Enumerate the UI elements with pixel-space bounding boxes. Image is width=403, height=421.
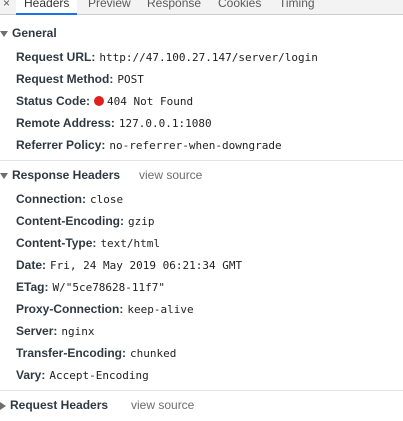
header-name: Referrer Policy: bbox=[16, 138, 106, 152]
collapse-triangle-icon[interactable] bbox=[0, 401, 6, 410]
header-value: keep-alive bbox=[127, 303, 194, 316]
header-name: Date: bbox=[16, 258, 47, 272]
header-value: gzip bbox=[127, 215, 155, 228]
general-row-request-url: Request URL: http://47.100.27.147/server/… bbox=[16, 49, 318, 65]
response-row-proxy-connection: Proxy-Connection: keep-alive bbox=[16, 301, 194, 317]
header-name: Transfer-Encoding: bbox=[16, 346, 127, 360]
header-name: Content-Type: bbox=[16, 236, 97, 250]
general-row-referrer-policy: Referrer Policy: no-referrer-when-downgra… bbox=[16, 137, 282, 153]
header-name: Remote Address: bbox=[16, 116, 115, 130]
header-value: http://47.100.27.147/server/login bbox=[99, 51, 318, 64]
response-row-vary: Vary: Accept-Encoding bbox=[16, 367, 149, 383]
section-divider bbox=[0, 160, 403, 161]
header-value: W/"5ce78628-11f7" bbox=[52, 281, 166, 294]
header-name: Proxy-Connection: bbox=[16, 302, 124, 316]
tab-bar: × Headers Preview Response Cookies Timin… bbox=[0, 0, 403, 15]
header-value: POST bbox=[117, 73, 144, 86]
response-row-content-encoding: Content-Encoding: gzip bbox=[16, 213, 154, 229]
tab-response[interactable]: Response bbox=[147, 0, 201, 10]
section-title: Request Headers bbox=[10, 398, 109, 412]
tab-timing[interactable]: Timing bbox=[279, 0, 315, 10]
header-name: Status Code: bbox=[16, 94, 91, 108]
header-name: Connection: bbox=[16, 192, 86, 206]
view-source-link[interactable]: view source bbox=[139, 168, 202, 182]
tab-preview[interactable]: Preview bbox=[88, 0, 131, 10]
header-value: no-referrer-when-downgrade bbox=[109, 139, 282, 152]
section-title: Response Headers bbox=[12, 168, 121, 182]
section-general-header[interactable]: General bbox=[0, 26, 57, 40]
response-row-transfer-encoding: Transfer-Encoding: chunked bbox=[16, 345, 176, 361]
tab-cookies[interactable]: Cookies bbox=[218, 0, 261, 10]
header-value: chunked bbox=[130, 347, 177, 360]
header-name: Vary: bbox=[16, 368, 46, 382]
devtools-headers-panel: × Headers Preview Response Cookies Timin… bbox=[0, 0, 403, 421]
response-row-date: Date: Fri, 24 May 2019 06:21:34 GMT bbox=[16, 257, 242, 273]
header-value: 127.0.0.1:1080 bbox=[118, 117, 212, 130]
general-row-status-code: Status Code: 404 Not Found bbox=[16, 93, 193, 109]
response-row-etag: ETag: W/"5ce78628-11f7" bbox=[16, 279, 165, 295]
general-row-remote-address: Remote Address: 127.0.0.1:1080 bbox=[16, 115, 212, 131]
header-value: Fri, 24 May 2019 06:21:34 GMT bbox=[50, 259, 243, 272]
response-row-connection: Connection: close bbox=[16, 191, 123, 207]
header-value: 404 Not Found bbox=[107, 95, 194, 108]
response-row-content-type: Content-Type: text/html bbox=[16, 235, 160, 251]
header-name: Server: bbox=[16, 324, 58, 338]
view-source-link[interactable]: view source bbox=[131, 398, 194, 412]
header-name: Content-Encoding: bbox=[16, 214, 124, 228]
expand-triangle-icon[interactable] bbox=[0, 30, 8, 37]
close-icon[interactable]: × bbox=[3, 0, 10, 9]
section-divider bbox=[0, 390, 403, 391]
header-value: text/html bbox=[100, 237, 161, 250]
general-row-request-method: Request Method: POST bbox=[16, 71, 144, 87]
header-value: Accept-Encoding bbox=[49, 369, 149, 382]
section-response-headers-header[interactable]: Response Headers bbox=[0, 168, 120, 182]
header-name: Request URL: bbox=[16, 50, 96, 64]
tab-headers[interactable]: Headers bbox=[16, 0, 78, 15]
section-request-headers-header[interactable]: Request Headers bbox=[0, 398, 108, 412]
section-title: General bbox=[12, 26, 57, 40]
header-value: nginx bbox=[61, 325, 95, 338]
response-row-server: Server: nginx bbox=[16, 323, 95, 339]
header-name: ETag: bbox=[16, 280, 49, 294]
expand-triangle-icon[interactable] bbox=[0, 172, 8, 179]
header-name: Request Method: bbox=[16, 72, 114, 86]
status-error-icon bbox=[94, 96, 105, 106]
header-value: close bbox=[90, 193, 124, 206]
